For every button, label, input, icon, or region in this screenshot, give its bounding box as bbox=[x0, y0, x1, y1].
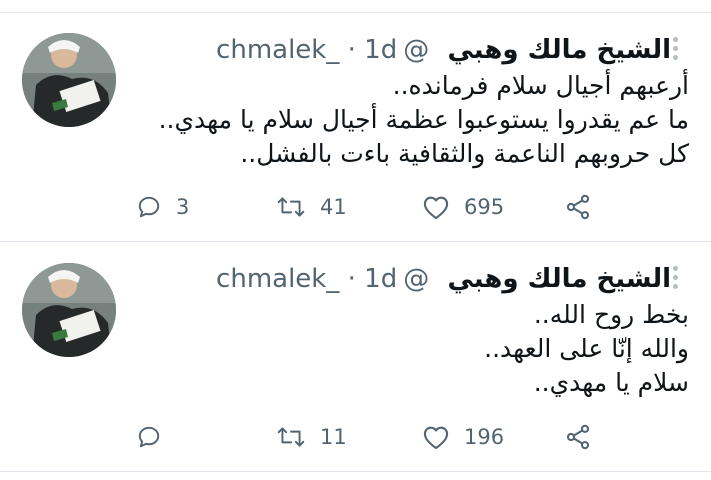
tweet-line: أرعبهم أجيال سلام فرمانده.. bbox=[392, 71, 689, 100]
user-handle[interactable]: @chmalek_ bbox=[216, 35, 429, 65]
display-name[interactable]: الشيخ مالك وهبي bbox=[447, 264, 671, 294]
display-name[interactable]: الشيخ مالك وهبي bbox=[447, 35, 671, 65]
tweet-line: سلام يا مهدي.. bbox=[533, 368, 689, 397]
tweet-header: الشيخ مالك وهبي @chmalek_ · 1d bbox=[130, 262, 671, 296]
share-button[interactable] bbox=[564, 189, 592, 225]
tweet-text: أرعبهم أجيال سلام فرمانده.. ما عم يقدروا… bbox=[130, 69, 689, 171]
like-count: 695 bbox=[464, 195, 505, 219]
tweet[interactable]: الشيخ مالك وهبي @chmalek_ · 1d أرعبهم أج… bbox=[0, 13, 711, 241]
reply-count: 3 bbox=[176, 195, 190, 219]
retweet-icon bbox=[277, 197, 305, 217]
reply-button[interactable] bbox=[136, 419, 176, 455]
tweet-actions: 3 41 695 bbox=[130, 189, 600, 225]
retweet-button[interactable]: 11 bbox=[276, 419, 347, 455]
retweet-count: 11 bbox=[320, 425, 347, 449]
user-handle[interactable]: @chmalek_ bbox=[216, 264, 429, 294]
divider-bottom bbox=[0, 471, 711, 472]
like-button[interactable]: 196 bbox=[422, 419, 504, 455]
reply-button[interactable]: 3 bbox=[136, 189, 189, 225]
tweet-line: بخط روح الله.. bbox=[533, 300, 689, 329]
more-options-icon[interactable] bbox=[665, 33, 685, 63]
timestamp[interactable]: · 1d bbox=[348, 35, 398, 65]
tweet-text: بخط روح الله.. والله إنّا على العهد.. سل… bbox=[130, 298, 689, 400]
share-icon bbox=[566, 194, 590, 220]
reply-icon bbox=[138, 196, 160, 218]
share-button[interactable] bbox=[564, 419, 592, 455]
retweet-button[interactable]: 41 bbox=[276, 189, 347, 225]
retweet-icon bbox=[277, 427, 305, 447]
tweet-line: والله إنّا على العهد.. bbox=[484, 334, 689, 363]
retweet-count: 41 bbox=[320, 195, 347, 219]
tweet[interactable]: الشيخ مالك وهبي @chmalek_ · 1d بخط روح ا… bbox=[0, 242, 711, 470]
tweet-header: الشيخ مالك وهبي @chmalek_ · 1d bbox=[130, 33, 671, 67]
like-count: 196 bbox=[464, 425, 505, 449]
reply-icon bbox=[138, 426, 160, 448]
timestamp[interactable]: · 1d bbox=[348, 264, 398, 294]
share-icon bbox=[566, 424, 590, 450]
more-options-icon[interactable] bbox=[665, 262, 685, 292]
avatar[interactable] bbox=[22, 263, 116, 357]
tweet-actions: 11 196 bbox=[130, 419, 600, 455]
tweet-line: كل حروبهم الناعمة والثقافية باءت بالفشل.… bbox=[240, 139, 689, 168]
like-button[interactable]: 695 bbox=[422, 189, 504, 225]
tweet-line: ما عم يقدروا يستوعبوا عظمة أجيال سلام يا… bbox=[158, 105, 689, 134]
avatar[interactable] bbox=[22, 33, 116, 127]
heart-icon bbox=[423, 426, 449, 450]
heart-icon bbox=[423, 196, 449, 220]
